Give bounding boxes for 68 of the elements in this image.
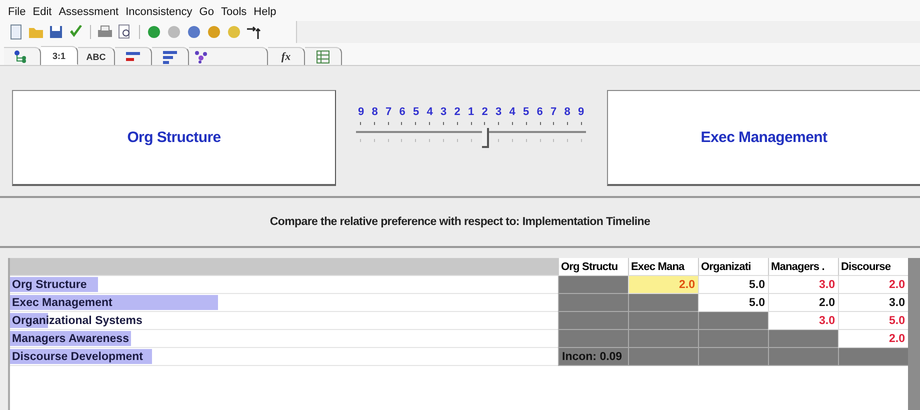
tab[interactable]: fx — [268, 47, 305, 65]
row-label-cell[interactable]: Discourse Development — [10, 348, 558, 366]
row-label-cell[interactable]: Organizational Systems — [10, 312, 558, 330]
scale-number: 3 — [494, 106, 503, 118]
tab[interactable]: 3:1 — [41, 46, 78, 65]
scale-number: 7 — [384, 106, 393, 118]
row-label: Exec Management — [11, 296, 112, 308]
scale-number: 2 — [480, 106, 489, 118]
judgment-cell[interactable]: 3.0 — [768, 276, 838, 294]
save-icon[interactable] — [48, 24, 64, 40]
scale-number: 4 — [508, 106, 516, 118]
scale-number: 4 — [426, 106, 434, 118]
scale-number: 1 — [466, 106, 476, 118]
column-header[interactable]: Managers . — [768, 258, 838, 276]
bars-icon — [125, 50, 141, 64]
element-name: Exec Management — [700, 129, 828, 146]
scale-number: 7 — [549, 106, 558, 118]
row-label: Org Structure — [11, 278, 87, 290]
toolbar-icon[interactable] — [146, 24, 162, 40]
menu-item[interactable]: File — [8, 6, 26, 18]
column-header[interactable]: Discourse — [838, 258, 908, 276]
column-header[interactable]: Exec Mana — [628, 258, 698, 276]
menu-item[interactable]: Go — [199, 6, 214, 18]
toolbar-icon[interactable] — [206, 24, 222, 40]
row-label: Organizational Systems — [11, 314, 142, 326]
document-icon[interactable] — [8, 24, 24, 40]
slider-thumb[interactable] — [482, 128, 489, 148]
tab[interactable] — [305, 47, 342, 65]
scale-number: 6 — [398, 106, 406, 118]
menu-item[interactable]: Tools — [220, 6, 247, 18]
menu-item[interactable]: Inconsistency — [126, 6, 192, 18]
scale-number: 5 — [412, 106, 420, 118]
bars-icon — [162, 50, 178, 64]
scale-number: 8 — [370, 106, 379, 118]
row-label: Discourse Development — [11, 350, 144, 362]
inconsistency-cell: Incon: 0.09 — [558, 348, 628, 366]
tab[interactable] — [189, 47, 268, 65]
scale-number: 8 — [563, 106, 572, 118]
column-header[interactable]: Organizati — [698, 258, 768, 276]
scale-number: 6 — [536, 106, 544, 118]
judgment-cell[interactable]: 5.0 — [698, 276, 768, 294]
row-label-cell[interactable]: Org Structure — [10, 276, 558, 294]
grid-icon — [315, 50, 331, 64]
element-panel[interactable]: Exec Management — [607, 90, 920, 186]
scatter-icon — [193, 50, 209, 64]
row-label: Managers Awareness — [11, 332, 129, 344]
scale-number: 9 — [576, 106, 586, 118]
question-text: Compare the relative preference with respect to: Implementation Timeline — [270, 216, 650, 228]
scale-number: 9 — [356, 106, 366, 118]
tab[interactable] — [115, 47, 152, 65]
arrows-icon[interactable] — [246, 24, 262, 40]
menu-item[interactable]: Assessment — [58, 6, 119, 18]
element-name: Org Structure — [127, 129, 221, 146]
row-label-cell[interactable]: Managers Awareness — [10, 330, 558, 348]
tab[interactable] — [4, 47, 41, 65]
tab[interactable] — [152, 47, 189, 65]
scrollbar[interactable] — [908, 258, 920, 410]
scale-number: 3 — [439, 106, 448, 118]
element-panel[interactable]: Org Structure — [12, 90, 336, 186]
menu-item[interactable]: Edit — [32, 6, 52, 18]
menu-item[interactable]: Help — [254, 6, 276, 18]
column-header[interactable]: Org Structu — [558, 258, 628, 276]
row-label-cell[interactable]: Exec Management — [10, 294, 558, 312]
scale-number: 2 — [453, 106, 462, 118]
tab[interactable]: ABC — [78, 47, 115, 65]
judgment-cell[interactable]: 2.0 — [768, 294, 838, 312]
scale-number: 5 — [522, 106, 530, 118]
toolbar-icon[interactable] — [186, 24, 202, 40]
